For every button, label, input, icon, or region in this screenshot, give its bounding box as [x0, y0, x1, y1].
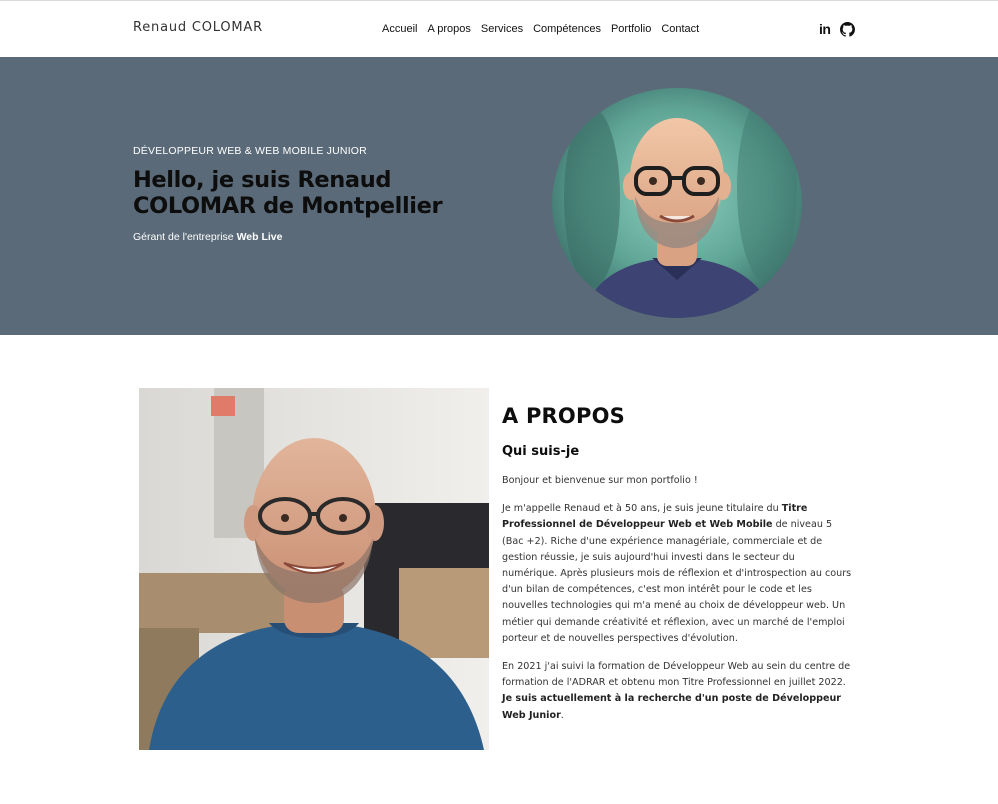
- about-subtitle: Qui suis-je: [502, 444, 580, 459]
- github-icon[interactable]: [840, 21, 855, 37]
- nav-competences[interactable]: Compétences: [533, 23, 601, 35]
- about-p2-a: Je m'appelle Renaud et à 50 ans, je suis…: [502, 503, 782, 515]
- avatar-illustration: [552, 88, 802, 318]
- hero-section: DÉVELOPPEUR WEB & WEB MOBILE JUNIOR Hell…: [0, 57, 998, 335]
- avatar-3d-portrait: [552, 88, 802, 318]
- hero-title: Hello, je suis Renaud COLOMAR de Montpel…: [133, 167, 493, 219]
- about-intro: Bonjour et bienvenue sur mon portfolio !: [502, 475, 698, 486]
- nav-a-propos[interactable]: A propos: [427, 23, 470, 35]
- about-p2-c: de niveau 5 (Bac +2). Riche d'une expéri…: [502, 519, 852, 644]
- profile-photo-illustration: [139, 388, 489, 750]
- about-p3-b: Je suis actuellement à la recherche d'un…: [502, 693, 842, 721]
- about-section: A PROPOS Qui suis-je Bonjour et bienvenu…: [502, 404, 852, 724]
- brand-logo[interactable]: Renaud COLOMAR: [133, 20, 263, 35]
- linkedin-icon[interactable]: in: [819, 21, 832, 37]
- hero-company: Web Live: [236, 231, 283, 243]
- about-p3-a: En 2021 j'ai suivi la formation de Dével…: [502, 661, 851, 689]
- hero-subtitle-prefix: Gérant de l'entreprise: [133, 231, 237, 243]
- nav-accueil[interactable]: Accueil: [382, 23, 417, 35]
- hero-kicker: DÉVELOPPEUR WEB & WEB MOBILE JUNIOR: [133, 145, 367, 157]
- nav-services[interactable]: Services: [481, 23, 523, 35]
- hero-title-line2: COLOMAR de Montpellier: [133, 193, 443, 219]
- hero-title-line1: Hello, je suis Renaud: [133, 167, 392, 193]
- main-nav: Accueil A propos Services Compétences Po…: [382, 23, 699, 35]
- nav-contact[interactable]: Contact: [661, 23, 699, 35]
- nav-portfolio[interactable]: Portfolio: [611, 23, 651, 35]
- profile-photo: [139, 388, 489, 750]
- social-links: in: [819, 21, 855, 37]
- about-title: A PROPOS: [502, 404, 625, 428]
- navbar: Renaud COLOMAR Accueil A propos Services…: [0, 1, 998, 57]
- about-paragraph-2: En 2021 j'ai suivi la formation de Dével…: [502, 659, 852, 724]
- about-paragraph-1: Je m'appelle Renaud et à 50 ans, je suis…: [502, 501, 852, 647]
- hero-subtitle: Gérant de l'entreprise Web Live: [133, 231, 282, 243]
- about-p3-c: .: [560, 709, 564, 721]
